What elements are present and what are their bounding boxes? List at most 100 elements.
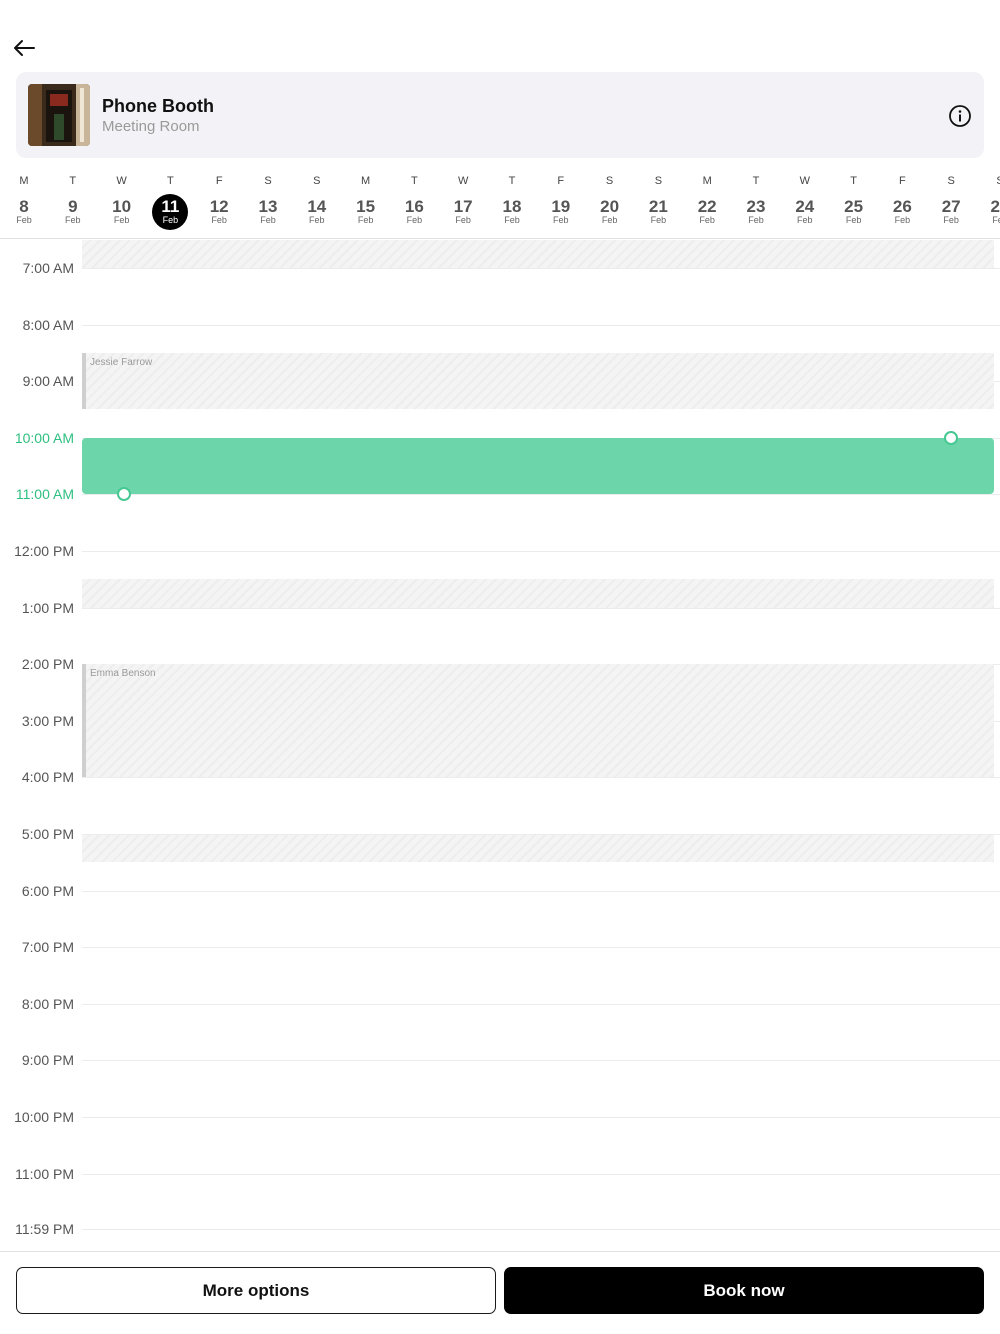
date-item[interactable]: S 20 Feb [590, 170, 630, 230]
weekday-letter: S [947, 175, 955, 187]
date-number: 8 [19, 197, 29, 216]
weekday-letter: S [654, 175, 663, 187]
date-circle: 17 Feb [445, 194, 481, 230]
hour-gridline [82, 834, 1000, 835]
hour-gridline [82, 890, 1000, 892]
date-item[interactable]: T 18 Feb [492, 170, 532, 230]
hour-gridline [82, 1060, 1000, 1062]
date-item[interactable]: S 13 Feb [248, 170, 288, 230]
date-number: 20 [600, 197, 620, 216]
date-month: Feb [601, 215, 618, 225]
date-month: Feb [260, 215, 276, 225]
hour-gridline [82, 947, 1000, 949]
date-month: Feb [650, 215, 667, 225]
selected-date-circle: 11 Feb [152, 194, 189, 230]
date-number: 18 [502, 197, 522, 216]
weekday-letter: T [411, 175, 418, 187]
date-item[interactable]: F 19 Feb [541, 170, 581, 230]
date-number: 9 [68, 197, 78, 216]
date-month: Feb [357, 215, 374, 225]
date-number: 13 [258, 197, 278, 216]
booking-owner-name: Jessie Farrow [90, 356, 153, 368]
date-month: Feb [748, 215, 764, 225]
book-now-button[interactable]: Book now [504, 1267, 984, 1314]
date-item[interactable]: T 11 Feb [150, 170, 190, 230]
room-info-button[interactable] [948, 104, 972, 128]
date-circle: 16 Feb [396, 194, 432, 230]
hour-gridline [82, 494, 1000, 496]
hour-label: 10:00 PM [14, 1109, 74, 1125]
weekday-letter: S [264, 175, 272, 187]
date-item[interactable]: T 9 Feb [53, 170, 93, 230]
room-type: Meeting Room [102, 118, 200, 135]
weekday-letter: W [116, 175, 127, 187]
weekday-letter: W [799, 175, 810, 187]
date-number: 26 [892, 197, 912, 216]
date-item[interactable]: S 28Feb [980, 170, 1000, 230]
day-timeline[interactable]: 7:00 AM 8:00 AM 9:00 AM 10:00 AM 11:00 AM 12:… [0, 239, 1000, 1251]
date-number: 11 [161, 197, 180, 216]
weekday-letter: T [752, 175, 760, 187]
existing-booking: Emma Benson [82, 664, 994, 778]
existing-booking: Jessie Farrow [82, 352, 994, 410]
date-number: 10 [112, 197, 132, 216]
date-item[interactable]: W 10 Feb [102, 170, 142, 230]
date-month: Feb [455, 215, 471, 225]
weekday-letter: F [557, 175, 565, 187]
date-circle: 28Feb [982, 194, 1000, 230]
date-number: 15 [356, 197, 376, 216]
date-month: Feb [65, 215, 81, 225]
info-circle-icon [949, 105, 971, 127]
date-item[interactable]: S 21 Feb [638, 170, 678, 230]
unavailable-block [82, 239, 994, 268]
date-number: 17 [453, 197, 473, 216]
date-item[interactable]: M 15 Feb [346, 170, 386, 230]
room-name: Phone Booth [102, 96, 214, 116]
arrow-left-icon [14, 40, 35, 56]
date-month: Feb [797, 215, 813, 225]
date-month: Feb [406, 215, 423, 225]
hour-label: 8:00 PM [21, 995, 74, 1012]
weekday-letter: W [457, 175, 469, 187]
date-item[interactable]: T 25 Feb [834, 170, 874, 230]
date-circle: 9 Feb [55, 194, 91, 230]
date-item[interactable]: F 26 Feb [882, 170, 922, 230]
date-item[interactable]: T 23 Feb [736, 170, 776, 230]
date-item[interactable]: W 17 Feb [443, 170, 483, 230]
date-month: Feb [845, 215, 862, 225]
hour-gridline [82, 1229, 1000, 1231]
hour-gridline [82, 1173, 1000, 1175]
date-circle: 25 Feb [836, 194, 872, 230]
weekday-letter: M [19, 175, 29, 187]
date-item[interactable]: T 16 Feb [394, 170, 434, 230]
date-number: 23 [746, 197, 766, 216]
date-circle: 13 Feb [250, 194, 286, 230]
room-card: Phone Booth Meeting Room [16, 72, 984, 158]
divider [0, 1251, 1000, 1252]
date-item[interactable]: M 22 Feb [687, 170, 727, 230]
date-item[interactable]: M 8 Feb [4, 170, 44, 230]
selection-start-handle[interactable] [944, 430, 958, 445]
selected-time-block[interactable] [82, 437, 994, 495]
more-options-button[interactable]: More options [16, 1267, 496, 1314]
date-item[interactable]: W 24 Feb [785, 170, 825, 230]
hour-label: 1:00 PM [21, 599, 74, 616]
weekday-letter: T [850, 175, 857, 187]
date-strip[interactable]: M 8 Feb T 9 Feb W 10 Feb T 11 Feb F 12 Feb S 13 Feb S 14 Feb… [0, 170, 1000, 238]
hour-label: 8:00 AM [22, 316, 74, 333]
date-circle: 19 Feb [543, 194, 579, 230]
date-circle: 14 Feb [299, 194, 335, 230]
date-circle: 20 Feb [592, 194, 628, 230]
hour-label: 9:00 AM [22, 373, 74, 390]
date-month: Feb [553, 215, 569, 225]
hour-gridline [82, 551, 1000, 552]
date-number: 25 [844, 197, 864, 216]
weekday-letter: S [313, 175, 321, 187]
hour-gridline [82, 268, 1000, 269]
date-item[interactable]: S 14 Feb [297, 170, 337, 230]
date-item[interactable]: F 12 Feb [199, 170, 239, 230]
back-button[interactable] [10, 36, 38, 60]
selection-end-handle[interactable] [117, 487, 131, 502]
hour-label: 4:00 PM [21, 769, 74, 786]
date-item[interactable]: S 27 Feb [931, 170, 971, 230]
